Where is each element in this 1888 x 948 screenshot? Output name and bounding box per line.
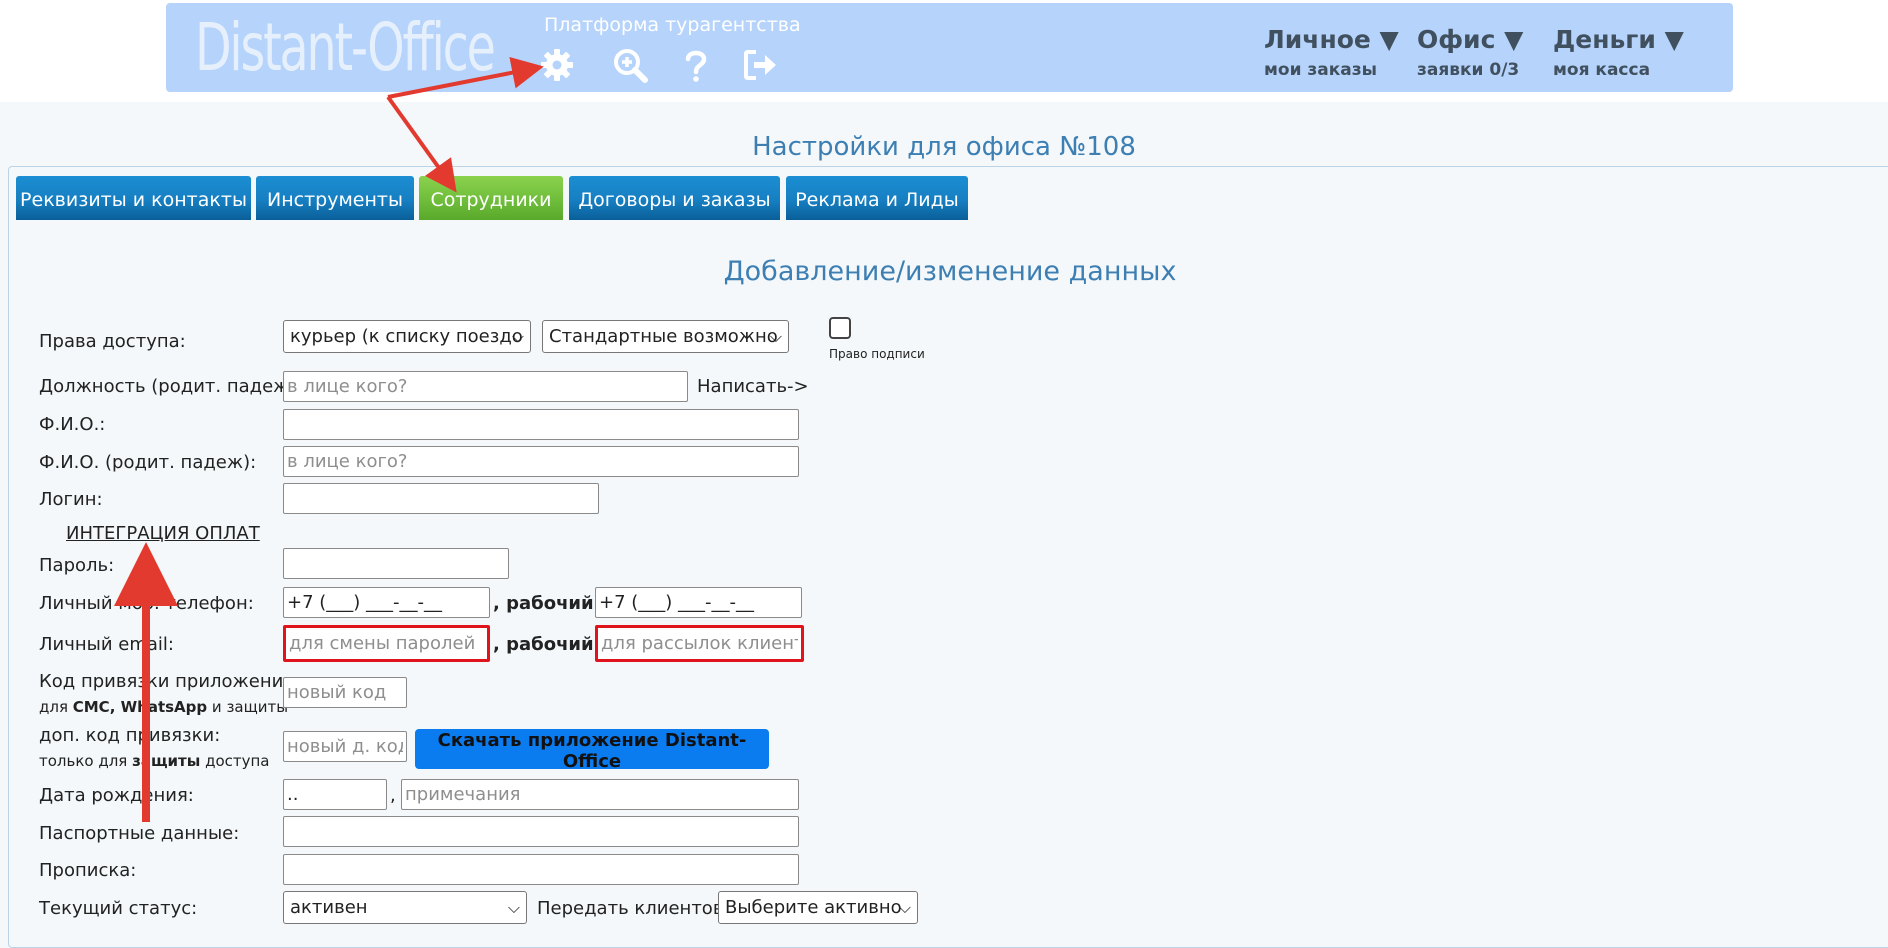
- menu-office[interactable]: Офис ▼ заявки 0/3: [1417, 25, 1523, 80]
- transfer-clients-label: Передать клиентов:: [537, 898, 730, 919]
- password-label: Пароль:: [39, 555, 115, 576]
- menu-office-title[interactable]: Офис ▼: [1417, 25, 1523, 54]
- app-code-sub-text: для: [39, 698, 73, 716]
- tab-tools[interactable]: Инструменты: [256, 176, 414, 220]
- position-label: Должность (родит. падеж):: [39, 376, 303, 397]
- birth-label: Дата рождения:: [39, 785, 194, 806]
- transfer-clients-select[interactable]: Выберите активно ⌵: [718, 891, 918, 924]
- position-input[interactable]: [283, 371, 688, 402]
- tab-employees[interactable]: Сотрудники: [419, 176, 563, 220]
- tab-contracts[interactable]: Договоры и заказы: [569, 176, 780, 220]
- access-select-value: курьер (к списку поездо: [290, 326, 523, 347]
- access-level-select-value: Стандартные возможно: [549, 326, 778, 347]
- app-code-sub-bold: СМС, WhatsApp: [72, 698, 208, 716]
- access-select[interactable]: курьер (к списку поездо ⌵: [283, 320, 531, 353]
- fio-gen-label: Ф.И.О. (родит. падеж):: [39, 452, 257, 473]
- top-header: Distant-Office Платформа турагентства Ли…: [166, 3, 1733, 92]
- chevron-down-icon: ⌵: [769, 327, 782, 346]
- menu-personal[interactable]: Личное ▼ мои заказы: [1264, 25, 1399, 80]
- login-input[interactable]: [283, 483, 599, 514]
- menu-money[interactable]: Деньги ▼ моя касса: [1553, 25, 1684, 80]
- comma-separator: ,: [390, 785, 396, 806]
- logo[interactable]: Distant-Office: [195, 15, 496, 81]
- write-link[interactable]: Написать->: [697, 376, 809, 397]
- app-code-sub-text-2: и защиты: [207, 698, 289, 716]
- tab-requisites[interactable]: Реквизиты и контакты: [16, 176, 251, 220]
- status-select-value: активен: [290, 897, 368, 918]
- work-phone-label: , рабочий:: [493, 593, 601, 614]
- notes-input[interactable]: [401, 779, 799, 810]
- login-label: Логин:: [39, 489, 103, 510]
- app-code-input[interactable]: [283, 677, 407, 708]
- sign-right-label: Право подписи: [829, 347, 925, 361]
- chevron-down-icon: ⌵: [511, 327, 524, 346]
- extra-code-label: доп. код привязки:: [39, 725, 221, 746]
- passport-input[interactable]: [283, 816, 799, 847]
- menu-personal-title[interactable]: Личное ▼: [1264, 25, 1399, 54]
- question-icon[interactable]: [678, 47, 714, 83]
- menu-money-title[interactable]: Деньги ▼: [1553, 25, 1684, 54]
- chevron-down-icon: ⌵: [507, 898, 520, 917]
- extra-code-sub-bold: защиты: [132, 752, 201, 770]
- work-email-input[interactable]: [595, 625, 804, 662]
- phone-label: Личный моб. телефон:: [39, 593, 254, 614]
- zoom-in-icon[interactable]: [612, 47, 648, 83]
- fio-label: Ф.И.О.:: [39, 414, 106, 435]
- download-app-button[interactable]: Скачать приложение Distant-Office: [415, 729, 769, 772]
- menu-office-sub[interactable]: заявки 0/3: [1417, 60, 1523, 80]
- passport-label: Паспортные данные:: [39, 823, 240, 844]
- app-code-sub: для СМС, WhatsApp и защиты: [39, 698, 288, 716]
- section-title: Добавление/изменение данных: [723, 256, 1177, 287]
- extra-code-sub: только для защиты доступа: [39, 752, 270, 770]
- transfer-clients-select-value: Выберите активно: [725, 897, 902, 918]
- personal-email-input[interactable]: [283, 625, 490, 662]
- registration-label: Прописка:: [39, 860, 137, 881]
- sign-right-checkbox[interactable]: [829, 317, 851, 339]
- registration-input[interactable]: [283, 854, 799, 885]
- work-phone-input[interactable]: [595, 587, 802, 618]
- app-code-label: Код привязки приложения:: [39, 671, 301, 692]
- gear-icon[interactable]: [539, 47, 575, 83]
- password-input[interactable]: [283, 548, 509, 579]
- status-select[interactable]: активен ⌵: [283, 891, 527, 924]
- tab-ads-leads[interactable]: Реклама и Лиды: [786, 176, 968, 220]
- work-email-label: , рабочий:: [493, 634, 601, 655]
- fio-input[interactable]: [283, 409, 799, 440]
- page-title: Настройки для офиса №108: [752, 132, 1136, 162]
- email-label: Личный email:: [39, 634, 174, 655]
- access-label: Права доступа:: [39, 331, 186, 352]
- extra-code-input[interactable]: [283, 731, 407, 762]
- platform-title: Платформа турагентства: [544, 14, 801, 36]
- personal-phone-input[interactable]: [283, 587, 490, 618]
- birth-date-input[interactable]: [283, 779, 387, 810]
- fio-gen-input[interactable]: [283, 446, 799, 477]
- integration-payments-link[interactable]: ИНТЕГРАЦИЯ ОПЛАТ: [66, 523, 260, 544]
- menu-money-sub[interactable]: моя касса: [1553, 60, 1684, 80]
- logout-icon[interactable]: [742, 47, 778, 83]
- menu-personal-sub[interactable]: мои заказы: [1264, 60, 1399, 80]
- access-level-select[interactable]: Стандартные возможно ⌵: [542, 320, 789, 353]
- extra-code-sub-text-2: доступа: [200, 752, 270, 770]
- extra-code-sub-text: только для: [39, 752, 133, 770]
- chevron-down-icon: ⌵: [898, 898, 911, 917]
- status-label: Текущий статус:: [39, 898, 198, 919]
